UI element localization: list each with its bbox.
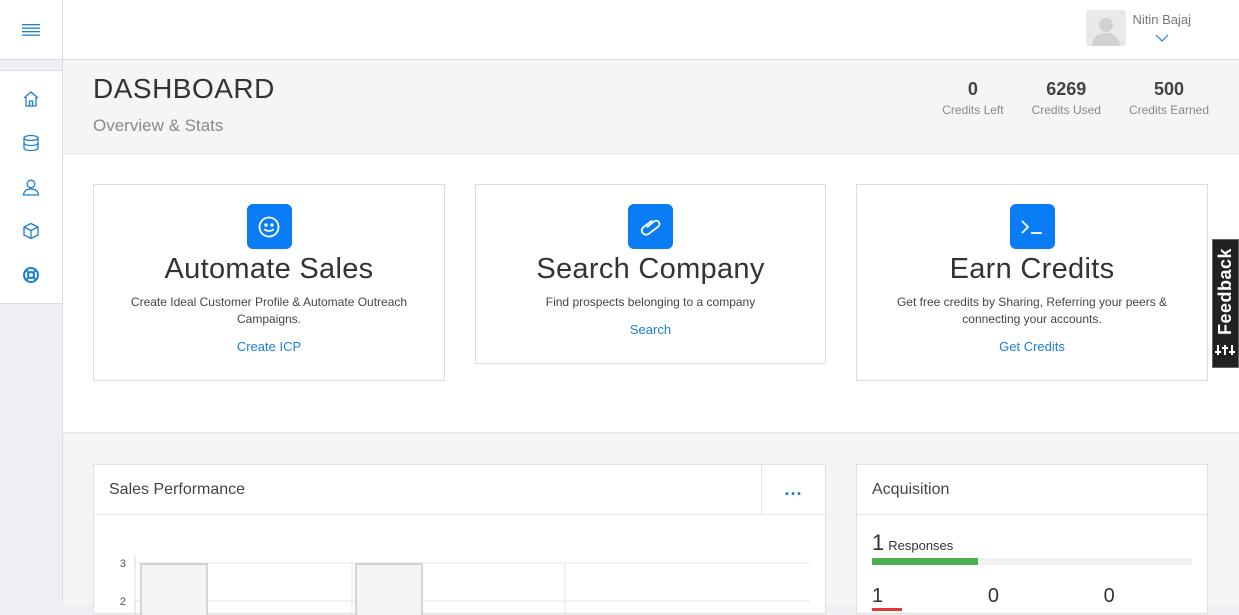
feedback-tab[interactable]: Feedback	[1212, 239, 1239, 368]
y-tick-label: 3	[120, 558, 126, 570]
feedback-label: Feedback	[1215, 248, 1235, 336]
panel-header: Acquisition	[857, 465, 1207, 515]
metric-value: 0	[1103, 585, 1115, 607]
sidebar-item-home[interactable]	[0, 77, 62, 121]
card-title: Automate Sales	[164, 253, 374, 285]
panel-header: Sales Performance ...	[94, 464, 825, 515]
acquisition-body: 1 Responses 1 0 0	[857, 515, 1207, 611]
acquisition-panel: Acquisition 1 Responses 1 0 0	[856, 464, 1208, 614]
paperclip-icon	[628, 204, 673, 249]
panel-title: Acquisition	[872, 480, 950, 498]
card-title: Search Company	[536, 253, 765, 285]
sidebar	[0, 0, 63, 604]
create-icp-link[interactable]: Create ICP	[94, 339, 444, 354]
card-automate-sales: Automate Sales Create Ideal Customer Pro…	[93, 184, 445, 381]
card-description: Find prospects belonging to a company	[545, 295, 756, 309]
chart-bar	[140, 563, 208, 615]
sales-performance-panel: Sales Performance ... 3 2	[93, 464, 826, 615]
terminal-icon	[1009, 204, 1055, 249]
top-bar: Nitin Bajaj	[63, 0, 1239, 60]
chart-bar	[355, 563, 423, 615]
acquisition-metric: 0	[1104, 585, 1192, 611]
page-header: DASHBOARD Overview & Stats 0 Credits Lef…	[63, 60, 1239, 154]
card-description: Create Ideal Customer Profile & Automate…	[130, 295, 408, 326]
chevron-down-icon[interactable]	[1132, 29, 1191, 47]
user-icon	[22, 179, 40, 196]
responses-progress-fill	[872, 558, 978, 565]
card-title: Earn Credits	[949, 253, 1115, 285]
stat-credits-earned: 500 Credits Earned	[1129, 79, 1209, 117]
home-icon	[23, 91, 39, 107]
user-name: Nitin Bajaj	[1132, 12, 1191, 27]
card-search-company: Search Company Find prospects belonging …	[475, 184, 826, 364]
metric-value: 1	[872, 585, 884, 607]
sidebar-item-database[interactable]	[0, 121, 62, 165]
stat-label: Credits Left	[942, 103, 1004, 117]
sidebar-item-users[interactable]	[0, 165, 62, 209]
acquisition-metric: 1	[872, 585, 988, 611]
stat-value: 500	[1153, 79, 1184, 99]
responses-label: Responses	[888, 538, 954, 553]
metric-value: 0	[987, 585, 999, 607]
stat-value: 6269	[1046, 79, 1087, 99]
hamburger-icon	[22, 23, 40, 36]
credit-stats: 0 Credits Left 6269 Credits Used 500 Cre…	[914, 79, 1209, 117]
stat-label: Credits Earned	[1128, 103, 1209, 117]
card-earn-credits: Earn Credits Get free credits by Sharing…	[856, 184, 1208, 381]
search-link[interactable]: Search	[476, 322, 825, 337]
acquisition-metric: 0	[988, 585, 1104, 611]
acquisition-row: 1 0 0	[872, 585, 1192, 611]
database-icon	[23, 134, 39, 152]
get-credits-link[interactable]: Get Credits	[857, 339, 1207, 354]
stat-label: Credits Used	[1031, 103, 1101, 117]
stat-credits-used: 6269 Credits Used	[1032, 79, 1101, 117]
smiley-icon	[246, 204, 292, 249]
panel-title: Sales Performance	[109, 480, 246, 498]
stat-credits-left: 0 Credits Left	[942, 79, 1003, 117]
lifebuoy-icon	[23, 267, 39, 283]
responses-row: 1 Responses	[872, 530, 1192, 556]
responses-value: 1	[872, 530, 885, 555]
more-options-button[interactable]: ...	[761, 464, 825, 515]
sidebar-item-products[interactable]	[0, 209, 62, 253]
panels-section: Sales Performance ... 3 2 Acquisition 1 …	[63, 434, 1239, 615]
avatar	[1086, 10, 1127, 46]
sidebar-item-support[interactable]	[0, 253, 62, 297]
page-subtitle: Overview & Stats	[93, 116, 224, 135]
y-tick-label: 2	[120, 596, 126, 608]
feedback-icon	[1214, 345, 1235, 356]
responses-progress	[872, 558, 1192, 565]
sales-chart: 3 2	[120, 555, 810, 615]
card-description: Get free credits by Sharing, Referring y…	[896, 295, 1168, 326]
metric-bar	[872, 608, 902, 611]
sidebar-nav	[0, 70, 62, 304]
stat-value: 0	[967, 79, 978, 99]
avatar-placeholder-icon	[1092, 18, 1121, 46]
page-title: DASHBOARD	[93, 73, 275, 104]
cube-icon	[23, 222, 39, 240]
user-menu[interactable]: Nitin Bajaj	[1086, 10, 1191, 47]
action-cards-section: Automate Sales Create Ideal Customer Pro…	[63, 154, 1239, 433]
menu-toggle[interactable]	[0, 0, 62, 60]
